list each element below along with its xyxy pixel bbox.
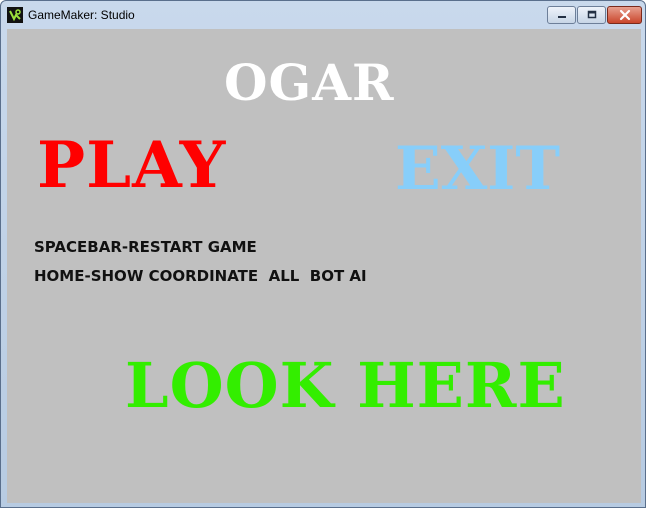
- play-button[interactable]: PLAY: [37, 134, 226, 198]
- close-button[interactable]: [607, 6, 642, 24]
- minimize-button[interactable]: [547, 6, 576, 24]
- maximize-button[interactable]: [577, 6, 606, 24]
- game-window: GameMaker: Studio OGAR PLAY EXIT SPACEBA…: [0, 0, 646, 508]
- exit-button[interactable]: EXIT: [395, 139, 560, 199]
- close-icon: [619, 9, 630, 21]
- minimize-icon: [557, 16, 566, 18]
- window-title: GameMaker: Studio: [28, 8, 135, 22]
- title-bar[interactable]: GameMaker: Studio: [1, 1, 645, 29]
- game-title: OGAR: [224, 53, 395, 112]
- maximize-icon: [587, 10, 596, 19]
- game-canvas[interactable]: OGAR PLAY EXIT SPACEBAR-RESTART GAME HOM…: [7, 29, 641, 503]
- help-line-coordinates: HOME-SHOW COORDINATE ALL BOT AI: [34, 267, 367, 285]
- look-here-button[interactable]: LOOK HERE: [125, 355, 566, 417]
- help-line-restart: SPACEBAR-RESTART GAME: [34, 238, 257, 256]
- gamemaker-logo-icon: [7, 7, 23, 23]
